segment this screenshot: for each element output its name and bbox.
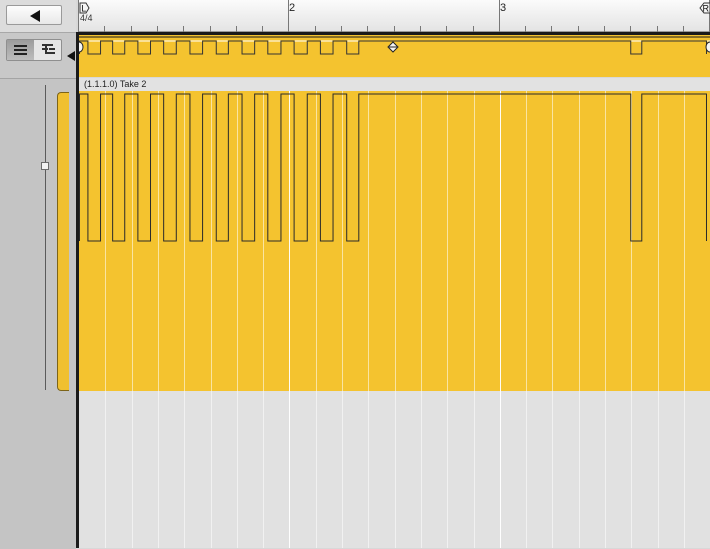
bar-number-3: 3 <box>500 2 507 14</box>
automation-overview[interactable] <box>79 35 710 77</box>
right-locator-label: R <box>703 4 710 14</box>
list-view-button[interactable] <box>7 40 34 60</box>
editor-grid[interactable] <box>79 91 710 548</box>
overview-scroll-handle[interactable] <box>387 41 399 53</box>
lane-collapse-icon[interactable] <box>67 51 75 61</box>
overview-start-handle[interactable] <box>79 41 84 53</box>
ruler-ticks: L R <box>78 0 710 32</box>
bar-number-2: 2 <box>289 2 296 14</box>
left-locator-label: L <box>81 4 86 14</box>
list-view-icon <box>14 45 27 55</box>
region-left-edge[interactable] <box>57 92 69 391</box>
overview-end-handle[interactable] <box>705 41 710 53</box>
vertical-zoom-slider[interactable] <box>45 85 46 390</box>
vertical-zoom-thumb[interactable] <box>41 162 49 170</box>
left-locator[interactable]: L <box>79 2 90 14</box>
tree-view-icon <box>42 44 55 54</box>
back-button[interactable] <box>6 5 62 25</box>
overview-curve <box>79 36 710 55</box>
editor-canvas <box>79 91 710 548</box>
time-signature: 4/4 <box>80 13 93 23</box>
tree-view-button[interactable] <box>35 40 62 60</box>
right-locator[interactable]: R <box>699 2 710 14</box>
empty-lane[interactable] <box>79 391 710 548</box>
region-header[interactable]: (1.1.1.0) Take 2 <box>79 78 710 91</box>
left-arrow-icon <box>30 10 40 22</box>
timeline-ruler[interactable]: L R 4/4 2 3 <box>78 0 710 32</box>
view-toggle[interactable] <box>6 39 62 61</box>
region-label: (1.1.1.0) Take 2 <box>84 79 147 89</box>
